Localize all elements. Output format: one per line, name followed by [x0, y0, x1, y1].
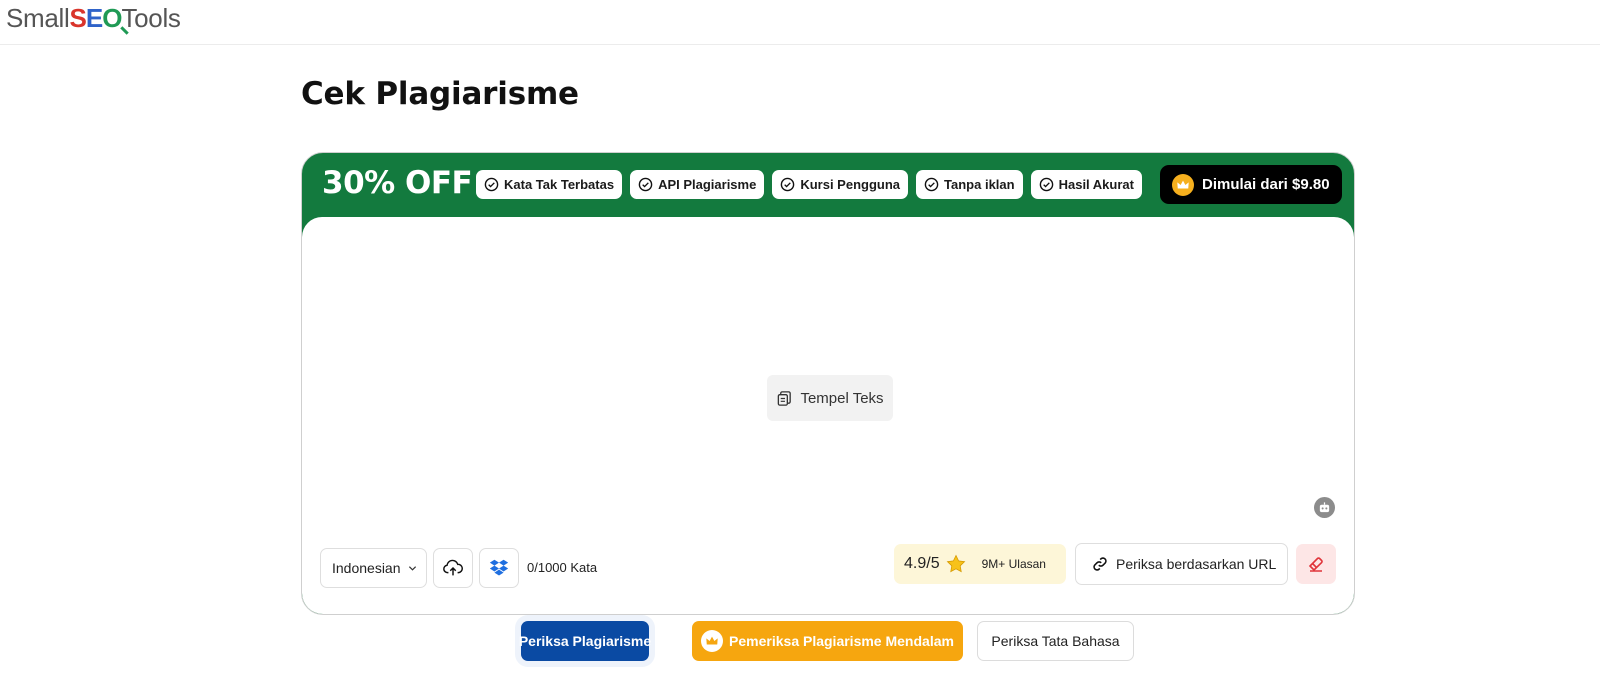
- feature-chip: Tanpa iklan: [916, 170, 1023, 199]
- clear-text-button[interactable]: [1296, 544, 1336, 584]
- site-logo[interactable]: SmallSEOTools: [6, 3, 181, 33]
- plagiarism-checker-card: 30% OFF Kata Tak Terbatas API Plagiarism…: [301, 152, 1355, 615]
- crown-icon: [701, 630, 724, 652]
- link-icon: [1093, 557, 1107, 571]
- paste-text-label: Tempel Teks: [800, 389, 884, 407]
- bot-icon[interactable]: [1314, 497, 1335, 518]
- deep-plagiarism-check-button[interactable]: Pemeriksa Plagiarisme Mendalam: [692, 621, 963, 661]
- feature-label: API Plagiarisme: [658, 177, 757, 192]
- logo-seo-s: S: [69, 3, 87, 33]
- feature-chip: Kata Tak Terbatas: [476, 170, 623, 199]
- logo-seo: SEO: [69, 3, 123, 33]
- deep-plagiarism-check-label: Pemeriksa Plagiarisme Mendalam: [729, 633, 954, 649]
- star-icon: [946, 554, 965, 573]
- pricing-cta-button[interactable]: Dimulai dari $9.80: [1160, 165, 1342, 204]
- logo-suffix: Tools: [121, 3, 181, 33]
- page-title: Cek Plagiarisme: [301, 76, 579, 112]
- check-circle-icon: [1039, 177, 1053, 192]
- action-buttons: Periksa Plagiarisme Pemeriksa Plagiarism…: [0, 621, 1600, 661]
- check-circle-icon: [781, 177, 795, 192]
- chevron-down-icon: [408, 566, 417, 571]
- word-count: 0/1000 Kata: [527, 560, 598, 575]
- cloud-upload-icon: [443, 559, 463, 576]
- reviews-count: 9M+ Ulasan: [981, 557, 1046, 571]
- crown-icon: [1172, 173, 1194, 196]
- text-editor-area[interactable]: Tempel Teks Indonesian 0/1000 Kata 4.9/5…: [302, 217, 1354, 614]
- grammar-check-button[interactable]: Periksa Tata Bahasa: [977, 621, 1134, 661]
- logo-seo-o: O: [102, 3, 122, 33]
- check-by-url-label: Periksa berdasarkan URL: [1116, 556, 1277, 572]
- discount-label: 30% OFF: [322, 165, 473, 201]
- language-select[interactable]: Indonesian: [320, 548, 427, 588]
- pricing-cta-label: Dimulai dari $9.80: [1202, 176, 1330, 193]
- grammar-check-label: Periksa Tata Bahasa: [991, 633, 1120, 649]
- clipboard-icon: [778, 390, 792, 406]
- dropbox-icon: [489, 559, 509, 576]
- eraser-icon: [1308, 557, 1323, 572]
- upload-file-button[interactable]: [433, 548, 473, 588]
- rating-value: 4.9/5: [904, 555, 940, 572]
- feature-label: Hasil Akurat: [1058, 177, 1134, 192]
- feature-chip: API Plagiarisme: [630, 170, 765, 199]
- check-circle-icon: [924, 177, 939, 192]
- paste-text-button[interactable]: Tempel Teks: [767, 375, 893, 421]
- check-plagiarism-button[interactable]: Periksa Plagiarisme: [518, 621, 652, 661]
- feature-label: Kata Tak Terbatas: [504, 177, 615, 192]
- logo-prefix: Small: [6, 3, 70, 33]
- feature-chip: Kursi Pengguna: [772, 170, 909, 199]
- feature-label: Tanpa iklan: [944, 177, 1015, 192]
- feature-chip: Hasil Akurat: [1030, 170, 1142, 199]
- logo-seo-e: E: [85, 3, 103, 33]
- language-value: Indonesian: [332, 560, 401, 576]
- top-navbar: SmallSEOTools: [0, 0, 1600, 45]
- feature-label: Kursi Pengguna: [800, 177, 901, 192]
- check-plagiarism-label: Periksa Plagiarisme: [518, 633, 652, 649]
- promo-banner: 30% OFF Kata Tak Terbatas API Plagiarism…: [302, 153, 1354, 217]
- check-circle-icon: [484, 177, 499, 192]
- check-circle-icon: [638, 177, 653, 192]
- check-by-url-button[interactable]: Periksa berdasarkan URL: [1075, 543, 1288, 585]
- feature-chips: Kata Tak Terbatas API Plagiarisme Kursi …: [476, 170, 1142, 199]
- rating-badge: 4.9/5 9M+ Ulasan: [894, 544, 1066, 584]
- dropbox-button[interactable]: [479, 548, 519, 588]
